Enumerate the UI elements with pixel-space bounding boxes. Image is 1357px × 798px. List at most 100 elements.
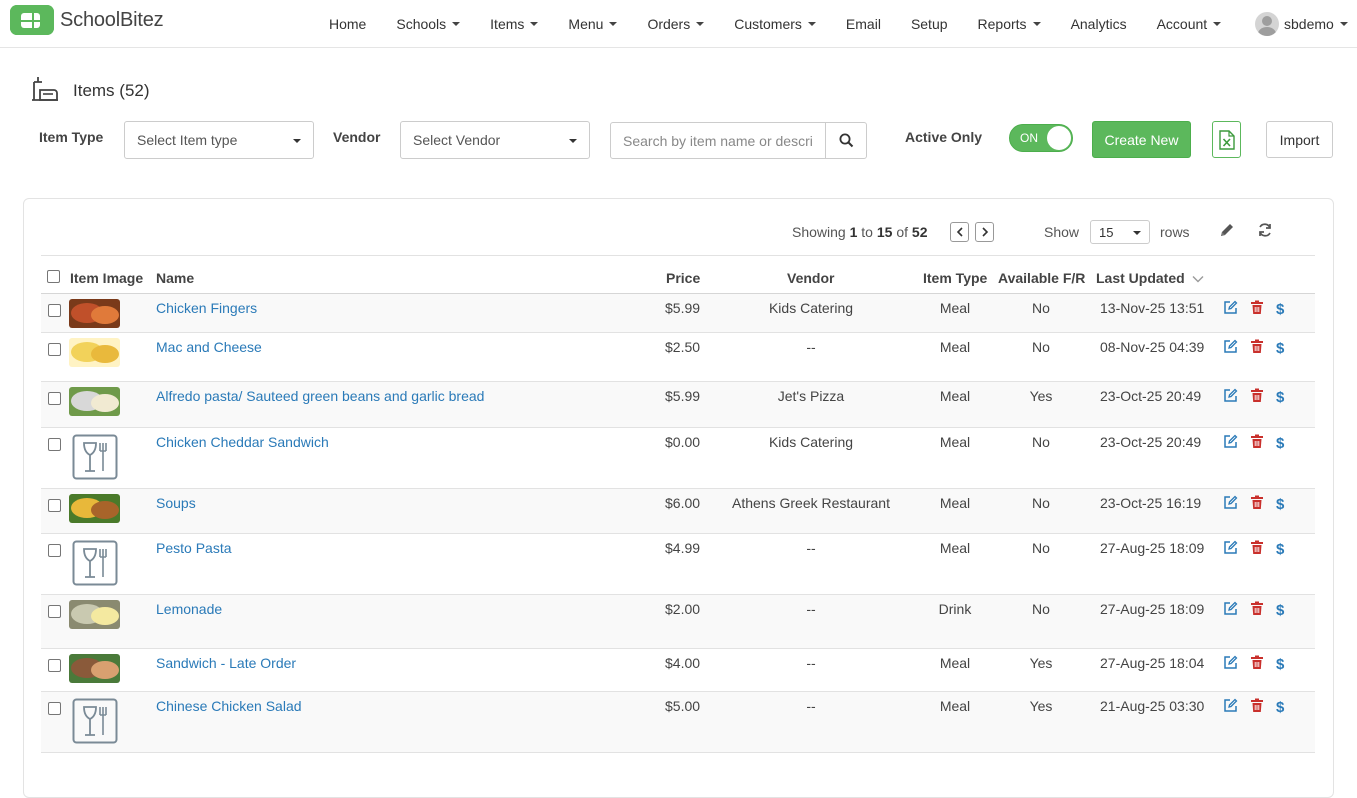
toggle-knob — [1047, 126, 1071, 150]
col-header-price[interactable]: Price — [666, 270, 700, 286]
nav-home[interactable]: Home — [314, 16, 381, 32]
row-checkbox[interactable] — [48, 499, 61, 512]
pricing-button[interactable]: $ — [1276, 700, 1284, 715]
item-name-link[interactable]: Soups — [156, 495, 196, 511]
nav-setup[interactable]: Setup — [896, 16, 963, 32]
pricing-button[interactable]: $ — [1276, 497, 1284, 512]
select-all-checkbox[interactable] — [47, 270, 60, 283]
nav-label: Customers — [734, 16, 802, 32]
nav-customers[interactable]: Customers — [719, 16, 831, 32]
row-checkbox[interactable] — [48, 659, 61, 672]
item-name-link[interactable]: Lemonade — [156, 601, 222, 617]
table-row: Chicken Cheddar Sandwich $0.00 Kids Cate… — [41, 428, 1315, 489]
item-type: Meal — [939, 300, 971, 316]
row-checkbox[interactable] — [48, 343, 61, 356]
row-checkbox[interactable] — [48, 304, 61, 317]
nav-items[interactable]: Items — [475, 16, 553, 32]
item-type: Meal — [939, 434, 971, 450]
pricing-button[interactable]: $ — [1276, 542, 1284, 557]
edit-button[interactable] — [1223, 540, 1238, 558]
delete-button[interactable] — [1250, 434, 1264, 452]
col-header-vendor[interactable]: Vendor — [787, 270, 834, 286]
user-menu[interactable]: sbdemo — [1255, 12, 1348, 36]
edit-icon — [1224, 300, 1238, 314]
edit-button[interactable] — [1223, 388, 1238, 406]
pricing-button[interactable]: $ — [1276, 436, 1284, 451]
col-header-available[interactable]: Available F/R — [998, 270, 1085, 286]
item-name-link[interactable]: Alfredo pasta/ Sauteed green beans and g… — [156, 388, 484, 404]
pricing-button[interactable]: $ — [1276, 657, 1284, 672]
row-actions: $ — [1223, 339, 1296, 357]
item-image — [69, 600, 120, 629]
item-name-link[interactable]: Chicken Fingers — [156, 300, 257, 316]
row-checkbox[interactable] — [48, 702, 61, 715]
item-name-link[interactable]: Pesto Pasta — [156, 540, 232, 556]
row-checkbox[interactable] — [48, 392, 61, 405]
search-button[interactable] — [825, 123, 866, 158]
create-new-button[interactable]: Create New — [1092, 121, 1191, 158]
active-only-toggle[interactable]: ON — [1009, 124, 1073, 152]
table-row: Sandwich - Late Order $4.00 -- Meal Yes … — [41, 649, 1315, 692]
prev-page-button[interactable] — [950, 222, 969, 242]
nav-account[interactable]: Account — [1142, 16, 1237, 32]
delete-button[interactable] — [1250, 655, 1264, 673]
edit-icon — [1224, 339, 1238, 353]
nav-analytics[interactable]: Analytics — [1056, 16, 1142, 32]
edit-button[interactable] — [1223, 655, 1238, 673]
item-available: No — [1032, 434, 1050, 450]
edit-button[interactable] — [1223, 434, 1238, 452]
pricing-button[interactable]: $ — [1276, 341, 1284, 356]
pricing-button[interactable]: $ — [1276, 603, 1284, 618]
delete-button[interactable] — [1250, 698, 1264, 716]
edit-button[interactable] — [1223, 300, 1238, 318]
edit-button[interactable] — [1223, 495, 1238, 513]
row-checkbox[interactable] — [48, 544, 61, 557]
pricing-button[interactable]: $ — [1276, 390, 1284, 405]
item-image — [69, 299, 120, 328]
delete-button[interactable] — [1250, 300, 1264, 318]
refresh-button[interactable] — [1257, 222, 1273, 241]
item-name-link[interactable]: Sandwich - Late Order — [156, 655, 296, 671]
item-last-updated: 08-Nov-25 04:39 — [1100, 339, 1205, 355]
delete-button[interactable] — [1250, 339, 1264, 357]
nav-menu[interactable]: Menu — [553, 16, 632, 32]
nav-orders[interactable]: Orders — [632, 16, 719, 32]
of-word: of — [896, 224, 909, 240]
item-name-link[interactable]: Chicken Cheddar Sandwich — [156, 434, 329, 450]
delete-button[interactable] — [1250, 601, 1264, 619]
caret-down-icon — [452, 22, 461, 26]
import-button[interactable]: Import — [1266, 121, 1333, 158]
edit-columns-button[interactable] — [1219, 222, 1235, 241]
nav-schools[interactable]: Schools — [381, 16, 475, 32]
edit-button[interactable] — [1223, 698, 1238, 716]
rows-per-page-select[interactable]: 15 — [1090, 220, 1150, 244]
col-header-last-updated[interactable]: Last Updated — [1096, 270, 1204, 286]
item-name-link[interactable]: Chinese Chicken Salad — [156, 698, 302, 714]
search-input[interactable] — [611, 123, 825, 158]
item-price: $4.00 — [665, 655, 701, 671]
vendor-select[interactable]: Select Vendor — [400, 121, 590, 159]
col-header-item-type[interactable]: Item Type — [923, 270, 987, 286]
item-type-select[interactable]: Select Item type — [124, 121, 314, 159]
vendor-label: Vendor — [333, 129, 381, 145]
nav-reports[interactable]: Reports — [963, 16, 1056, 32]
brand-logo[interactable]: SchoolBitez — [10, 5, 164, 35]
delete-button[interactable] — [1250, 540, 1264, 558]
delete-button[interactable] — [1250, 388, 1264, 406]
item-price: $2.00 — [665, 601, 701, 617]
row-checkbox[interactable] — [48, 438, 61, 451]
row-checkbox[interactable] — [48, 605, 61, 618]
trash-icon — [1251, 540, 1263, 554]
edit-button[interactable] — [1223, 339, 1238, 357]
to-word: to — [861, 224, 873, 240]
next-page-button[interactable] — [975, 222, 994, 242]
item-name-link[interactable]: Mac and Cheese — [156, 339, 262, 355]
edit-button[interactable] — [1223, 601, 1238, 619]
delete-button[interactable] — [1250, 495, 1264, 513]
caret-down-icon — [569, 139, 577, 143]
row-actions: $ — [1223, 300, 1296, 318]
col-header-name[interactable]: Name — [156, 270, 194, 286]
export-excel-button[interactable] — [1212, 121, 1241, 158]
nav-email[interactable]: Email — [831, 16, 896, 32]
pricing-button[interactable]: $ — [1276, 302, 1284, 317]
